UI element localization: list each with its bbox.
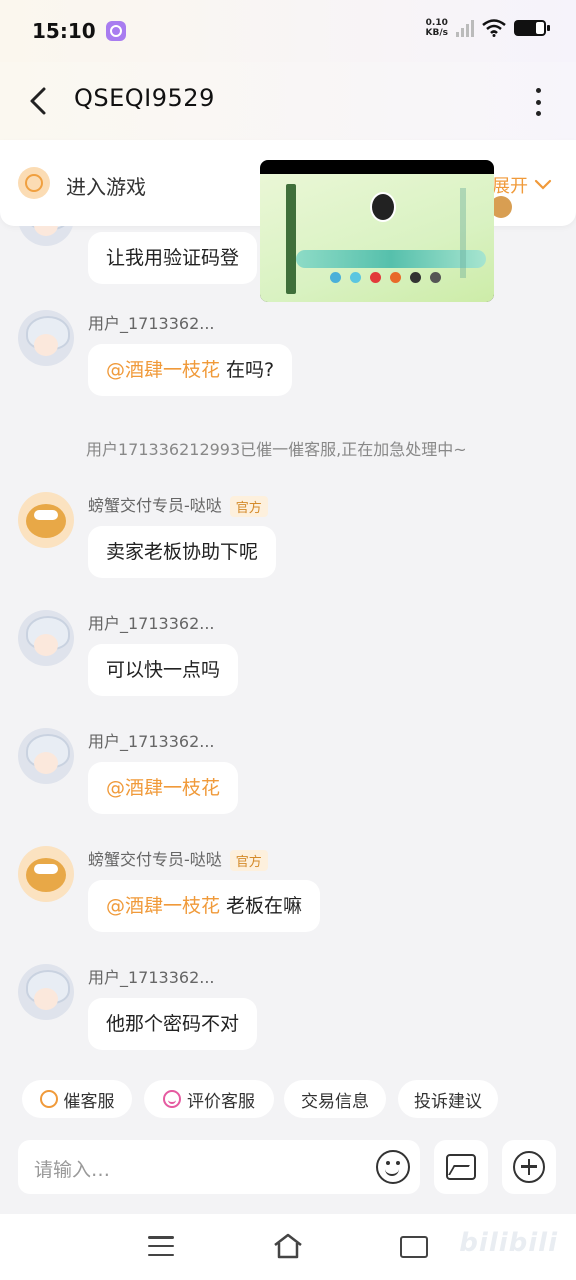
sender-name-text: 螃蟹交付专员-哒哒 (88, 496, 222, 515)
message-text: 可以快一点吗 (106, 659, 221, 681)
network-speed-unit: KB/s (425, 28, 448, 38)
preview-icons (330, 272, 441, 283)
wifi-icon (482, 19, 506, 37)
system-nav-bar: bilibili (0, 1214, 576, 1280)
sender-name: 螃蟹交付专员-哒哒 官方 (88, 846, 268, 871)
avatar[interactable] (18, 964, 74, 1020)
send-image-button[interactable] (434, 1140, 488, 1194)
sender-name: 用户_1713362... (88, 968, 215, 987)
status-indicators: 0.10 KB/s (426, 18, 550, 38)
preview-panel (460, 188, 466, 278)
back-arrow-icon[interactable] (24, 84, 54, 118)
chip-label: 投诉建议 (414, 1091, 482, 1112)
chip-label: 催客服 (63, 1091, 115, 1112)
message-text: 他那个密码不对 (106, 1013, 240, 1035)
message-text: 老板在嘛 (226, 895, 303, 917)
watermark-logo: bilibili (459, 1228, 558, 1258)
message-bubble: @酒肆一枝花 老板在嘛 (88, 880, 321, 932)
game-preview-screen (260, 174, 494, 302)
message-bubble: 让我用验证码登 (88, 232, 258, 284)
sender-name: 螃蟹交付专员-哒哒 官方 (88, 492, 268, 517)
trade-info-button[interactable]: 交易信息 (284, 1080, 386, 1118)
urge-service-button[interactable]: 催客服 (22, 1080, 132, 1118)
status-time: 15:10 (32, 19, 96, 43)
message-bubble: 他那个密码不对 (88, 998, 258, 1050)
expand-button[interactable]: 展开 (492, 172, 552, 198)
official-badge: 官方 (229, 496, 268, 517)
expand-label: 展开 (492, 176, 528, 197)
sender-name-text: 螃蟹交付专员-哒哒 (88, 850, 222, 869)
smile-icon (163, 1090, 181, 1108)
message-bubble: 可以快一点吗 (88, 644, 239, 696)
preview-avatar (370, 192, 396, 222)
plus-icon (513, 1151, 545, 1183)
input-bar: 请输入… (0, 1134, 576, 1214)
message-bubble: 卖家老板协助下呢 (88, 526, 277, 578)
mention-link[interactable]: @酒肆一枝花 (106, 359, 220, 381)
image-icon (446, 1154, 476, 1180)
network-speed: 0.10 KB/s (426, 18, 448, 38)
recent-apps-icon[interactable] (400, 1236, 428, 1258)
message-input[interactable]: 请输入… (18, 1140, 420, 1194)
rate-service-button[interactable]: 评价客服 (144, 1080, 274, 1118)
alarm-clock-icon (39, 1090, 58, 1108)
enter-game-label: 进入游戏 (66, 175, 146, 199)
avatar[interactable] (18, 226, 74, 246)
message-bubble: @酒肆一枝花 在吗? (88, 344, 293, 396)
status-bar: 15:10 0.10 KB/s (0, 0, 576, 62)
avatar[interactable] (18, 610, 74, 666)
message-bubble: @酒肆一枝花 (88, 762, 239, 814)
clock-icon (18, 167, 50, 199)
chat-message-list[interactable]: 让我用验证码登 用户_1713362... @酒肆一枝花 在吗? 用户171336… (0, 226, 576, 1066)
avatar[interactable] (18, 846, 74, 902)
avatar[interactable] (18, 492, 74, 548)
mention-link[interactable]: @酒肆一枝花 (106, 777, 220, 799)
quick-action-bar: 催客服 评价客服 交易信息 投诉建议 (0, 1066, 576, 1134)
system-notice: 用户171336212993已催一催客服,正在加急处理中~ (86, 440, 467, 459)
menu-icon[interactable] (148, 1236, 174, 1256)
floating-game-preview[interactable] (260, 160, 494, 302)
more-options-icon[interactable] (528, 88, 548, 116)
sender-name: 用户_1713362... (88, 614, 215, 633)
message-text: 让我用验证码登 (106, 247, 240, 269)
more-actions-button[interactable] (502, 1140, 556, 1194)
chevron-down-icon (534, 179, 552, 190)
preview-sidebar (286, 184, 296, 294)
battery-icon (514, 20, 550, 36)
chip-label: 交易信息 (301, 1091, 369, 1112)
page-title: QSEQI9529 (74, 84, 215, 112)
app-notification-icon (105, 21, 126, 41)
sender-name: 用户_1713362... (88, 732, 215, 751)
complaint-button[interactable]: 投诉建议 (398, 1080, 498, 1118)
chip-label: 评价客服 (187, 1091, 255, 1112)
message-text: 在吗? (226, 359, 275, 381)
avatar[interactable] (18, 310, 74, 366)
input-placeholder: 请输入… (34, 1159, 111, 1181)
sender-name: 用户_1713362... (88, 314, 215, 333)
signal-icon (456, 19, 474, 37)
chat-header: QSEQI9529 (0, 62, 576, 140)
avatar[interactable] (18, 728, 74, 784)
emoji-icon[interactable] (376, 1150, 410, 1184)
official-badge: 官方 (229, 850, 268, 871)
home-icon[interactable] (272, 1232, 304, 1260)
message-text: 卖家老板协助下呢 (106, 541, 259, 563)
mention-link[interactable]: @酒肆一枝花 (106, 895, 220, 917)
preview-decoration (296, 250, 486, 268)
network-speed-value: 0.10 (425, 18, 448, 28)
